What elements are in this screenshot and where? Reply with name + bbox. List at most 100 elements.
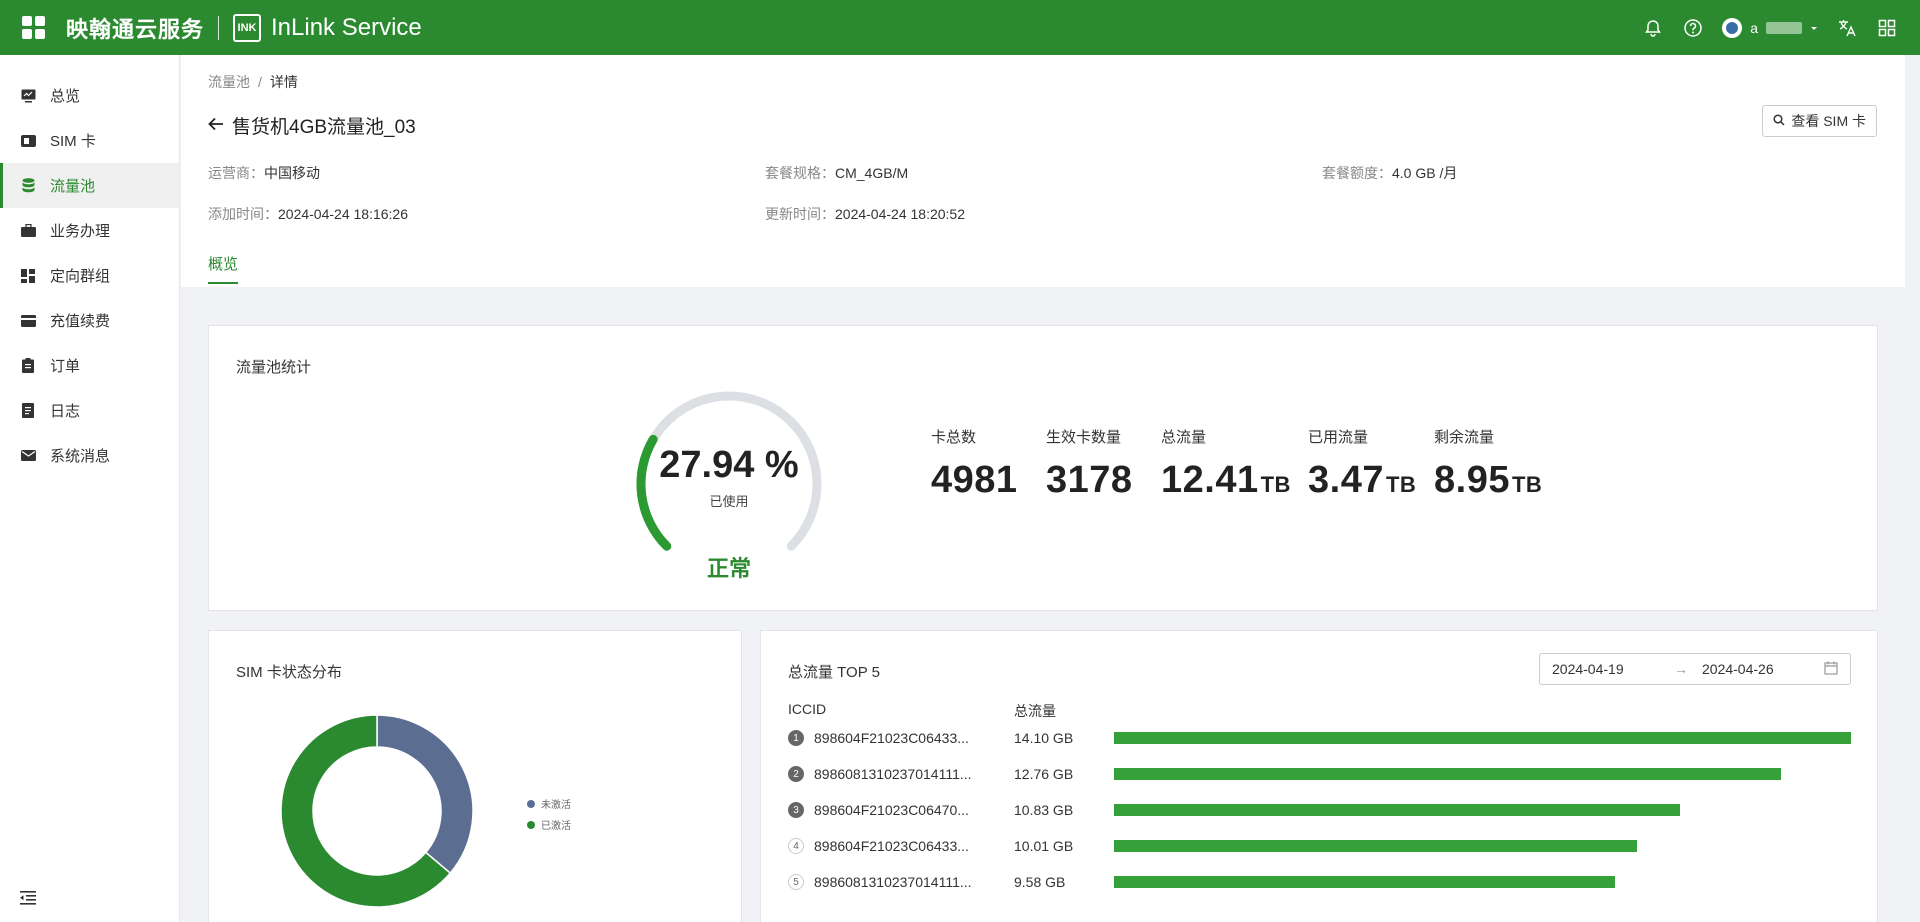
stat-active-cards: 生效卡数量 3178 (1046, 426, 1132, 502)
added-time-value: 2024-04-24 18:16:26 (278, 206, 408, 222)
stat-label: 总流量 (1161, 429, 1207, 446)
top5-row: 4 898604F21023C06433... 10.01 GB (788, 835, 1638, 857)
usage-label: 已使用 (709, 494, 749, 509)
quota-label: 套餐额度： (1322, 165, 1392, 181)
traffic-value: 9.58 GB (1014, 874, 1066, 890)
view-sim-button[interactable]: 查看 SIM 卡 (1762, 105, 1877, 137)
sidebar-item-sim-card[interactable]: SIM 卡 (0, 118, 179, 163)
gauge-center: 27.94 % 已使用 (639, 444, 819, 510)
breadcrumb-separator: / (258, 74, 262, 90)
rank-badge: 2 (788, 766, 804, 782)
page-title: 售货机4GB流量池_03 (208, 112, 416, 139)
quota-value: 4.0 GB /月 (1392, 165, 1458, 181)
date-end[interactable]: 2024-04-26 (1702, 661, 1774, 677)
donut-legend: 未激活 已激活 (527, 796, 571, 838)
sidebar-item-logs[interactable]: 日志 (0, 388, 179, 433)
apps-grid-icon[interactable] (22, 15, 46, 40)
calendar-icon[interactable] (1824, 661, 1838, 678)
app-header: 映翰通云服务 INK InLink Service a (0, 0, 1920, 55)
inlink-logo-icon: INK (233, 13, 262, 42)
top5-row: 1 898604F21023C06433... 14.10 GB (788, 727, 1851, 749)
legend-item-unactivated[interactable]: 未激活 (527, 796, 571, 811)
back-arrow-icon[interactable] (208, 115, 224, 137)
col-iccid: ICCID (788, 701, 827, 717)
operator-label: 运营商： (208, 165, 264, 181)
rank-badge: 1 (788, 730, 804, 746)
database-icon (20, 178, 36, 194)
view-sim-label: 查看 SIM 卡 (1791, 113, 1866, 129)
sidebar-item-label: 订单 (50, 358, 81, 375)
gauge-status-wrap: 正常 (639, 551, 819, 583)
stat-label: 已用流量 (1308, 429, 1369, 446)
translate-icon[interactable] (1836, 17, 1858, 39)
monitor-icon (20, 88, 36, 104)
traffic-bar (1114, 732, 1851, 744)
sim-status-title: SIM 卡状态分布 (236, 664, 342, 681)
rank-badge: 5 (788, 874, 804, 890)
sidebar-item-traffic-pool[interactable]: 流量池 (0, 163, 179, 208)
main-content: 流量池 / 详情 售货机4GB流量池_03 查看 SIM 卡 运营商：中国移动 套餐… (181, 55, 1905, 922)
pool-name: 售货机4GB流量池_03 (232, 117, 416, 138)
avatar (1722, 17, 1743, 38)
rank-badge: 4 (788, 838, 804, 854)
col-traffic: 总流量 (1014, 703, 1056, 719)
stat-label: 卡总数 (931, 429, 977, 446)
donut-slice-unactivated[interactable] (376, 714, 474, 875)
mail-icon (20, 448, 36, 464)
sidebar: 总览 SIM 卡 流量池 业务办理 定向群组 充值续费 订单 日志 系统消息 (0, 55, 180, 922)
plan-value: CM_4GB/M (835, 165, 909, 181)
sidebar-item-label: 日志 (50, 403, 81, 420)
clipboard-icon (20, 358, 36, 374)
user-name: a (1750, 19, 1758, 36)
brand-divider (218, 15, 220, 40)
sidebar-item-orders[interactable]: 订单 (0, 343, 179, 388)
operator-value: 中国移动 (264, 165, 320, 181)
sidebar-item-target-group[interactable]: 定向群组 (0, 253, 179, 298)
legend-item-activated[interactable]: 已激活 (527, 817, 571, 832)
sidebar-item-label: 流量池 (50, 178, 96, 195)
stats-row: 卡总数 4981 生效卡数量 3178 总流量 12.41TB 已用流量 3.4… (931, 426, 1570, 502)
top5-row: 3 898604F21023C06470... 10.83 GB (788, 799, 1681, 821)
iccid-value: 898604F21023C06433... (814, 838, 969, 854)
legend-label: 未激活 (541, 800, 571, 811)
traffic-value: 14.10 GB (1014, 730, 1074, 746)
collapse-menu-icon[interactable] (20, 891, 36, 908)
usage-percent: 27.94 % (659, 444, 799, 486)
stat-value: 12.41 (1161, 459, 1259, 501)
date-range-picker[interactable]: 2024-04-19 → 2024-04-26 (1539, 653, 1851, 685)
sim-status-donut (280, 714, 474, 908)
legend-label: 已激活 (541, 821, 571, 832)
top5-row: 5 8986081310237014111... 9.58 GB (788, 871, 1615, 893)
stat-label: 生效卡数量 (1046, 429, 1122, 446)
breadcrumb-current: 详情 (269, 74, 298, 90)
grid-icon[interactable] (1876, 17, 1898, 39)
sidebar-item-recharge[interactable]: 充值续费 (0, 298, 179, 343)
sidebar-item-business[interactable]: 业务办理 (0, 208, 179, 253)
sidebar-item-messages[interactable]: 系统消息 (0, 433, 179, 478)
breadcrumb: 流量池 / 详情 (208, 72, 298, 92)
iccid-value: 8986081310237014111... (814, 766, 972, 782)
iccid-value: 8986081310237014111... (814, 874, 972, 890)
breadcrumb-parent[interactable]: 流量池 (208, 74, 250, 90)
date-start[interactable]: 2024-04-19 (1552, 661, 1624, 677)
traffic-value: 12.76 GB (1014, 766, 1074, 782)
traffic-bar (1114, 876, 1615, 888)
added-time-label: 添加时间： (208, 206, 278, 222)
stat-value: 8.95 (1434, 459, 1510, 501)
detail-header-card: 流量池 / 详情 售货机4GB流量池_03 查看 SIM 卡 运营商：中国移动 套餐… (181, 55, 1905, 287)
iccid-value: 898604F21023C06433... (814, 730, 969, 746)
stat-remaining-traffic: 剩余流量 8.95TB (1434, 426, 1542, 502)
pool-stats-card: 流量池统计 27.94 % 已使用 正常 卡总数 4981 生效卡数量 3178… (208, 325, 1878, 611)
status-text: 正常 (706, 556, 751, 581)
help-icon[interactable] (1682, 17, 1704, 39)
sidebar-item-label: 充值续费 (50, 313, 111, 330)
sidebar-item-overview[interactable]: 总览 (0, 73, 179, 118)
briefcase-icon (20, 223, 36, 239)
user-menu[interactable]: a (1722, 17, 1818, 38)
top5-row: 2 8986081310237014111... 12.76 GB (788, 763, 1781, 785)
bell-icon[interactable] (1642, 17, 1664, 39)
user-name-mask (1766, 21, 1802, 34)
sim-card-icon (20, 133, 36, 149)
dashboard-icon (20, 268, 36, 284)
tab-overview[interactable]: 概览 (208, 253, 239, 284)
